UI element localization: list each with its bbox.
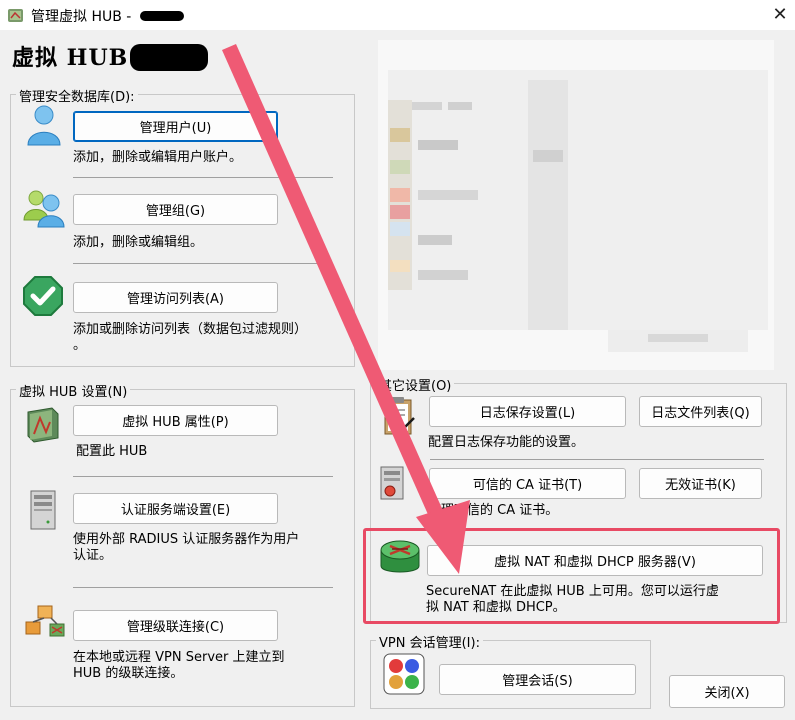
vpn-sessions-legend: VPN 会话管理(I): <box>376 632 483 651</box>
close-button[interactable]: 关闭(X) <box>669 675 785 708</box>
window-title: 管理虚拟 HUB - <box>31 9 132 25</box>
cascade-desc-cont: HUB 的级联连接。 <box>73 666 184 681</box>
hub-properties-desc: 配置此 HUB <box>76 444 148 459</box>
separator <box>73 263 333 264</box>
manage-groups-desc: 添加，删除或编辑组。 <box>73 235 204 250</box>
manage-access-list-button[interactable]: 管理访问列表(A) <box>73 282 278 313</box>
clipboard-icon <box>384 397 415 435</box>
log-file-list-button[interactable]: 日志文件列表(Q) <box>639 396 762 427</box>
server-icon <box>30 490 56 530</box>
user-icon <box>27 105 61 146</box>
hub-settings-legend: 虚拟 HUB 设置(N) <box>16 381 131 400</box>
separator <box>73 177 333 178</box>
hub-app-icon <box>8 9 23 22</box>
hub-title: 虚拟 HUB <box>12 45 129 71</box>
invalid-cert-button[interactable]: 无效证书(K) <box>639 468 762 499</box>
certificate-server-icon <box>380 466 404 500</box>
highlight-box <box>363 528 780 624</box>
separator <box>430 459 764 460</box>
log-save-desc: 配置日志保存功能的设置。 <box>428 435 585 450</box>
manage-users-desc: 添加，删除或编辑用户账户。 <box>73 150 243 165</box>
blurred-status-panel <box>378 40 774 370</box>
manage-users-button[interactable]: 管理用户(U) <box>73 111 278 142</box>
auth-server-settings-button[interactable]: 认证服务端设置(E) <box>73 493 278 524</box>
group-icon <box>23 190 65 228</box>
other-settings-legend: 其它设置(O) <box>376 375 455 394</box>
auth-server-desc: 使用外部 RADIUS 认证服务器作为用户 <box>73 532 300 547</box>
manage-groups-button[interactable]: 管理组(G) <box>73 194 278 225</box>
sessions-icon <box>383 653 425 695</box>
redacted-title-suffix <box>140 11 184 21</box>
log-save-settings-button[interactable]: 日志保存设置(L) <box>429 396 626 427</box>
separator <box>73 476 333 477</box>
manage-access-list-desc-cont: 。 <box>73 338 87 353</box>
manage-sessions-button[interactable]: 管理会话(S) <box>439 664 636 695</box>
separator <box>73 587 333 588</box>
blurred-status-image <box>378 40 774 370</box>
trusted-ca-desc: 管理可信的 CA 证书。 <box>428 503 559 518</box>
checkmark-shield-icon <box>23 276 63 316</box>
auth-server-desc-cont: 认证。 <box>73 548 113 563</box>
trusted-ca-button[interactable]: 可信的 CA 证书(T) <box>429 468 626 499</box>
manage-access-list-desc: 添加或删除访问列表（数据包过滤规则） <box>73 322 308 337</box>
cascade-desc: 在本地或远程 VPN Server 上建立到 <box>73 650 285 665</box>
cascade-connections-button[interactable]: 管理级联连接(C) <box>73 610 278 641</box>
redacted-hub-name <box>130 44 208 71</box>
security-db-legend: 管理安全数据库(D): <box>16 86 138 105</box>
hub-properties-button[interactable]: 虚拟 HUB 属性(P) <box>73 405 278 436</box>
hub-properties-icon <box>27 407 59 443</box>
window-close-button[interactable]: ✕ <box>768 3 792 27</box>
cascade-icon <box>25 605 65 637</box>
